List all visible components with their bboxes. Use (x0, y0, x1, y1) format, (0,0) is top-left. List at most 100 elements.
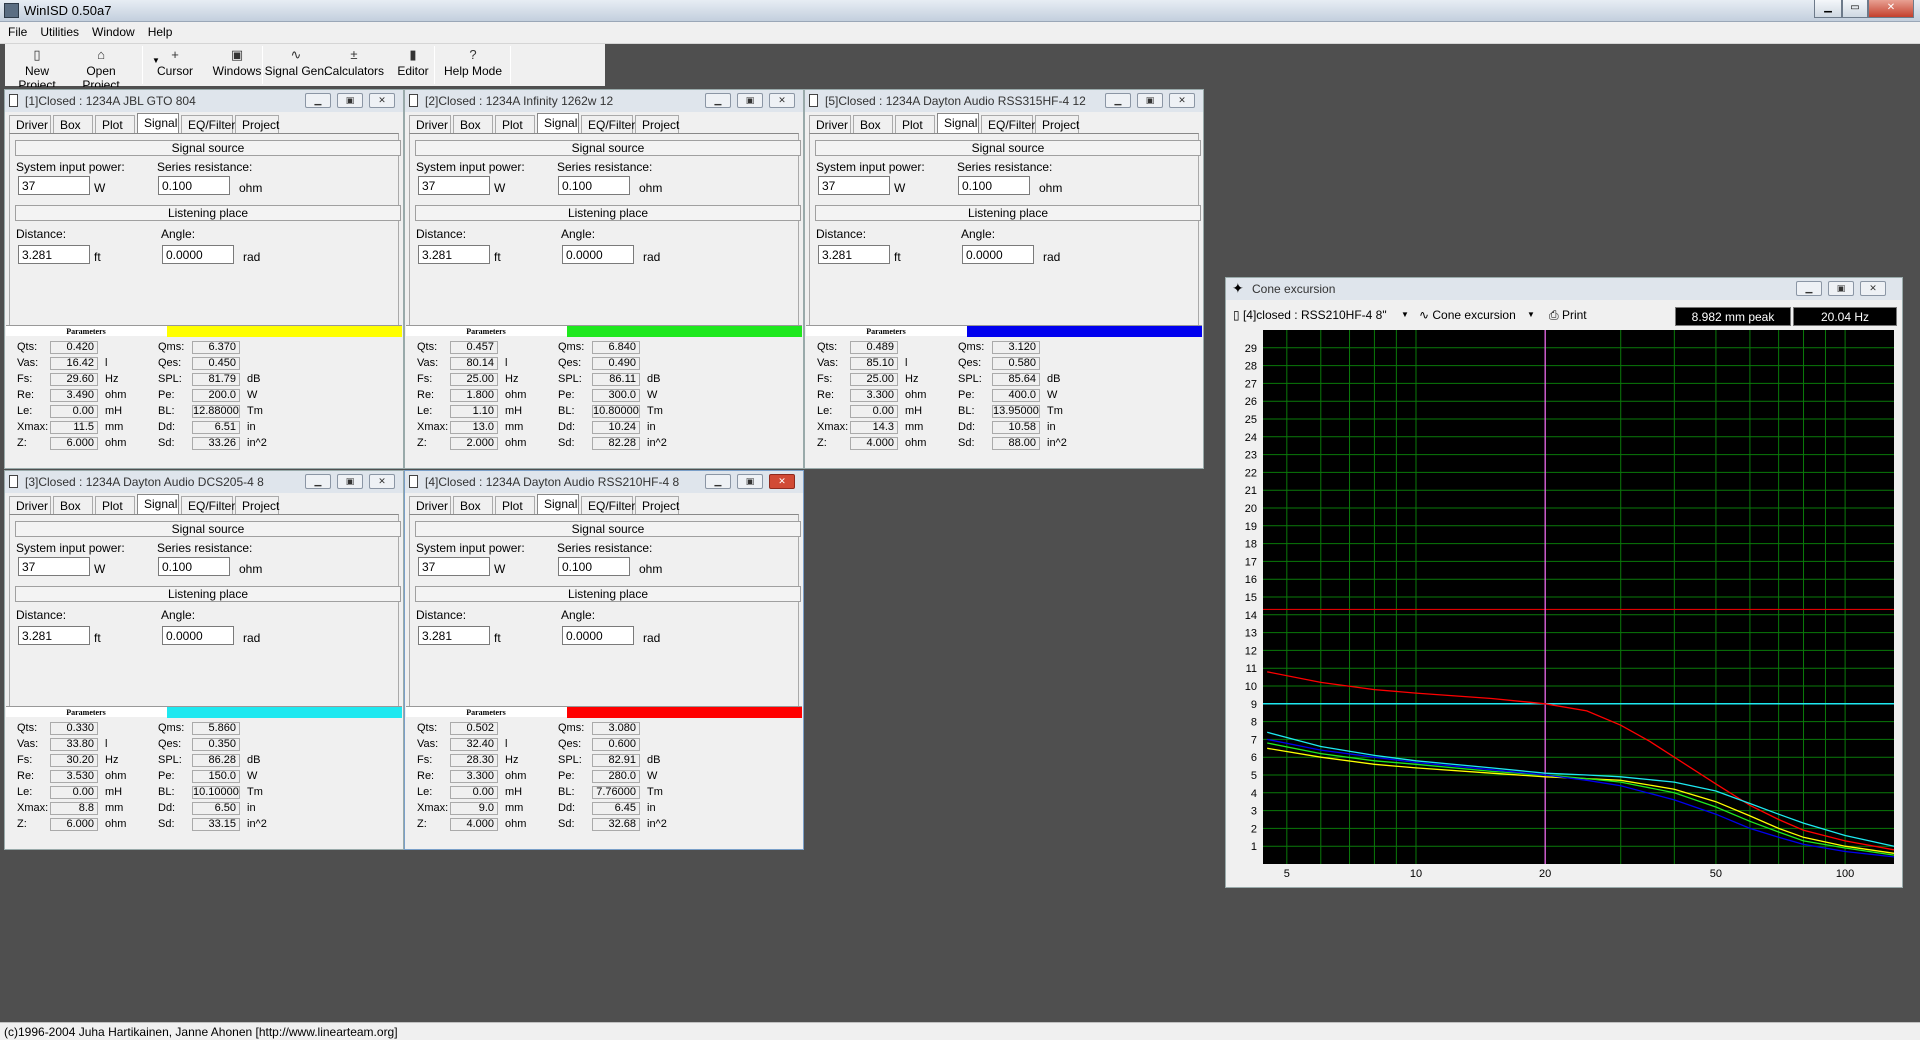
menu-utilities[interactable]: Utilities (32, 22, 84, 39)
window-close-button[interactable]: ✕ (1169, 93, 1195, 108)
tab-box[interactable]: Box (53, 496, 93, 514)
tab-plot[interactable]: Plot (95, 496, 135, 514)
open-project-button[interactable]: ⌂ Open Project (69, 44, 133, 92)
window-title-bar[interactable]: [5]Closed : 1234A Dayton Audio RSS315HF-… (805, 90, 1203, 112)
tab-signal[interactable]: Signal (937, 113, 979, 133)
tab-driver[interactable]: Driver (9, 496, 51, 514)
tab-eq-filter[interactable]: EQ/Filter (181, 115, 235, 133)
series-resistance-field[interactable]: 0.100 (158, 557, 230, 576)
windows-button[interactable]: ▣ Windows (205, 44, 269, 86)
tab-project[interactable]: Project (235, 496, 279, 514)
tab-project[interactable]: Project (635, 496, 679, 514)
tab-signal[interactable]: Signal (137, 494, 179, 514)
window-minimize-button[interactable]: ▁ (1105, 93, 1131, 108)
window-restore-button[interactable]: ▣ (737, 474, 763, 489)
system-input-power-field[interactable]: 37 (418, 557, 490, 576)
print-button[interactable]: ⎙ Print (1549, 306, 1609, 326)
window-title-bar[interactable]: [2]Closed : 1234A Infinity 1262w 12 ▁ ▣ ✕ (405, 90, 803, 112)
window-title-bar[interactable]: [4]Closed : 1234A Dayton Audio RSS210HF-… (405, 471, 803, 493)
window-close-button[interactable]: ✕ (1860, 281, 1886, 296)
distance-field[interactable]: 3.281 (418, 245, 490, 264)
tab-box[interactable]: Box (853, 115, 893, 133)
open-project-dropdown-arrow[interactable]: ▼ (152, 56, 160, 65)
tab-box[interactable]: Box (53, 115, 93, 133)
tab-plot[interactable]: Plot (895, 115, 935, 133)
distance-field[interactable]: 3.281 (818, 245, 890, 264)
window-restore-button[interactable]: ▣ (337, 93, 363, 108)
system-input-power-field[interactable]: 37 (18, 557, 90, 576)
window-minimize-button[interactable]: ▁ (305, 474, 331, 489)
window-restore-button[interactable]: ▣ (337, 474, 363, 489)
driver-window-3[interactable]: [3]Closed : 1234A Dayton Audio DCS205-4 … (4, 470, 404, 850)
distance-field[interactable]: 3.281 (18, 626, 90, 645)
tab-plot[interactable]: Plot (495, 496, 535, 514)
window-close-button[interactable]: ✕ (369, 93, 395, 108)
tab-project[interactable]: Project (635, 115, 679, 133)
series-resistance-field[interactable]: 0.100 (158, 176, 230, 195)
tab-signal[interactable]: Signal (537, 113, 579, 133)
new-project-button[interactable]: ▯ New Project (5, 44, 69, 92)
menu-file[interactable]: File (0, 22, 32, 39)
tab-box[interactable]: Box (453, 115, 493, 133)
tab-driver[interactable]: Driver (409, 115, 451, 133)
window-restore-button[interactable]: ▣ (737, 93, 763, 108)
driver-window-5[interactable]: [5]Closed : 1234A Dayton Audio RSS315HF-… (804, 89, 1204, 469)
driver-window-2[interactable]: [2]Closed : 1234A Infinity 1262w 12 ▁ ▣ ✕ Dr… (404, 89, 804, 469)
menu-window[interactable]: Window (84, 22, 140, 39)
tab-project[interactable]: Project (1035, 115, 1079, 133)
angle-field[interactable]: 0.0000 (962, 245, 1034, 264)
tab-eq-filter[interactable]: EQ/Filter (581, 496, 635, 514)
system-input-power-field[interactable]: 37 (818, 176, 890, 195)
window-minimize-button[interactable]: ▁ (705, 93, 731, 108)
tab-driver[interactable]: Driver (809, 115, 851, 133)
tab-signal[interactable]: Signal (137, 113, 179, 133)
angle-field[interactable]: 0.0000 (562, 626, 634, 645)
param-unit: Hz (505, 373, 519, 385)
system-input-power-field[interactable]: 37 (18, 176, 90, 195)
window-close-button[interactable]: ✕ (769, 474, 795, 489)
tab-driver[interactable]: Driver (409, 496, 451, 514)
cursor-button[interactable]: + Cursor (145, 44, 205, 86)
project-select[interactable]: ▯ [4]closed : RSS210HF-4 8" ▼ (1233, 306, 1411, 326)
angle-field[interactable]: 0.0000 (162, 245, 234, 264)
window-close-button[interactable]: ✕ (769, 93, 795, 108)
window-title-bar[interactable]: ✦ Cone excursion ▁ ▣ ✕ (1226, 278, 1902, 300)
cone-excursion-window[interactable]: ✦ Cone excursion ▁ ▣ ✕ ▯ [4]closed : RSS210HF… (1225, 277, 1903, 888)
angle-field[interactable]: 0.0000 (562, 245, 634, 264)
window-restore-button[interactable]: ▣ (1828, 281, 1854, 296)
window-title-bar[interactable]: [1]Closed : 1234A JBL GTO 804 ▁ ▣ ✕ (5, 90, 403, 112)
distance-field[interactable]: 3.281 (18, 245, 90, 264)
cone-excursion-chart[interactable]: 1234567891011121314151617181920212223242… (1231, 330, 1897, 882)
minimize-button[interactable]: ▁ (1814, 0, 1842, 18)
tab-eq-filter[interactable]: EQ/Filter (581, 115, 635, 133)
tab-plot[interactable]: Plot (95, 115, 135, 133)
tab-eq-filter[interactable]: EQ/Filter (181, 496, 235, 514)
series-resistance-field[interactable]: 0.100 (558, 176, 630, 195)
editor-button[interactable]: ▮ Editor (385, 44, 441, 86)
tab-project[interactable]: Project (235, 115, 279, 133)
driver-window-1[interactable]: [1]Closed : 1234A JBL GTO 804 ▁ ▣ ✕ Driver Bo… (4, 89, 404, 469)
window-title-bar[interactable]: [3]Closed : 1234A Dayton Audio DCS205-4 … (5, 471, 403, 493)
calculators-button[interactable]: ± Calculators (319, 44, 389, 86)
distance-field[interactable]: 3.281 (418, 626, 490, 645)
window-close-button[interactable]: ✕ (369, 474, 395, 489)
window-minimize-button[interactable]: ▁ (1796, 281, 1822, 296)
plot-mode-select[interactable]: ∿ Cone excursion ▼ (1419, 306, 1539, 326)
tab-signal[interactable]: Signal (537, 494, 579, 514)
close-button[interactable]: ✕ (1868, 0, 1914, 18)
series-resistance-field[interactable]: 0.100 (958, 176, 1030, 195)
tab-box[interactable]: Box (453, 496, 493, 514)
tab-plot[interactable]: Plot (495, 115, 535, 133)
window-minimize-button[interactable]: ▁ (305, 93, 331, 108)
series-resistance-field[interactable]: 0.100 (558, 557, 630, 576)
driver-window-4[interactable]: [4]Closed : 1234A Dayton Audio RSS210HF-… (404, 470, 804, 850)
tab-driver[interactable]: Driver (9, 115, 51, 133)
window-restore-button[interactable]: ▣ (1137, 93, 1163, 108)
window-minimize-button[interactable]: ▁ (705, 474, 731, 489)
tab-eq-filter[interactable]: EQ/Filter (981, 115, 1035, 133)
help-mode-button[interactable]: ? Help Mode (441, 44, 505, 86)
angle-field[interactable]: 0.0000 (162, 626, 234, 645)
system-input-power-field[interactable]: 37 (418, 176, 490, 195)
menu-help[interactable]: Help (140, 22, 178, 39)
maximize-button[interactable]: ▭ (1842, 0, 1868, 18)
